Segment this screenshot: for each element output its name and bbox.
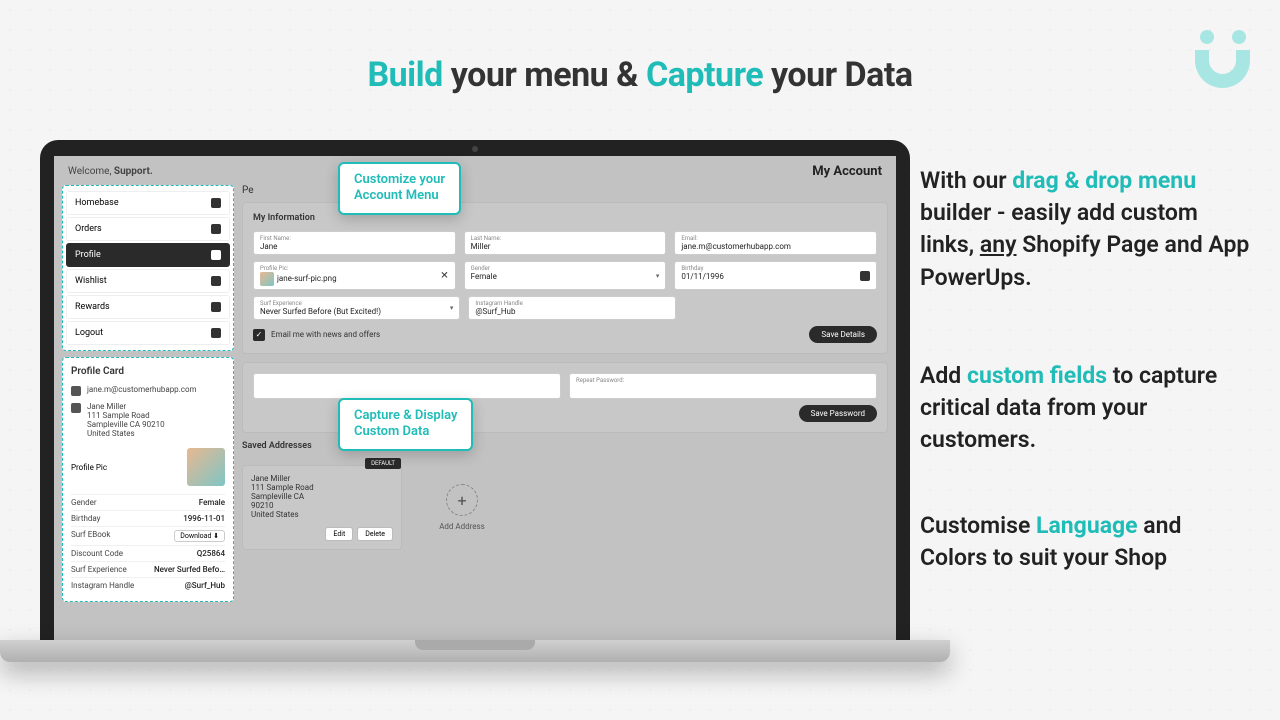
email-icon bbox=[71, 386, 81, 396]
calendar-icon bbox=[860, 271, 870, 281]
menu-label: Orders bbox=[75, 224, 102, 234]
section-title: My Information bbox=[253, 213, 877, 223]
hero-capture: Capture bbox=[646, 55, 763, 95]
profile-pic-label: Profile Pic bbox=[71, 463, 107, 472]
account-heading: My Account bbox=[812, 164, 882, 179]
user-icon bbox=[211, 198, 221, 208]
menu-logout[interactable]: Logout bbox=[66, 321, 230, 345]
chevron-down-icon: ▾ bbox=[656, 272, 660, 280]
save-password-button[interactable]: Save Password bbox=[799, 405, 877, 422]
hero-build: Build bbox=[367, 55, 442, 95]
profile-address: Jane Miller 111 Sample Road Sampleville … bbox=[87, 402, 165, 438]
save-details-button[interactable]: Save Details bbox=[809, 326, 877, 343]
callout-data: Capture & DisplayCustom Data bbox=[338, 398, 473, 451]
callout-menu: Customize yourAccount Menu bbox=[338, 162, 461, 215]
user-icon bbox=[211, 250, 221, 260]
bulb-icon bbox=[211, 302, 221, 312]
last-name-field[interactable]: Last Name:Miller bbox=[464, 231, 667, 255]
menu-label: Profile bbox=[75, 250, 101, 260]
surf-experience-field[interactable]: Surf ExperienceNever Surfed Before (But … bbox=[253, 296, 460, 320]
welcome-text: Welcome, Support. bbox=[68, 166, 153, 177]
menu-wishlist[interactable]: Wishlist bbox=[66, 269, 230, 293]
first-name-field[interactable]: First Name:Jane bbox=[253, 231, 456, 255]
menu-label: Logout bbox=[75, 328, 103, 338]
download-button[interactable]: Download ⬇ bbox=[174, 530, 225, 542]
clear-icon[interactable]: ✕ bbox=[440, 270, 448, 281]
plus-icon: + bbox=[446, 484, 478, 516]
profile-card: Profile Card jane.m@customerhubapp.com J… bbox=[62, 357, 234, 602]
address-card: DEFAULT Jane Miller 111 Sample Road Samp… bbox=[242, 465, 402, 550]
benefit-2: Add custom fields to capture critical da… bbox=[920, 360, 1250, 457]
page-title: Build your menu & Capture your Data bbox=[0, 55, 1280, 95]
password-field[interactable] bbox=[253, 373, 561, 399]
default-badge: DEFAULT bbox=[365, 458, 401, 469]
menu-label: Wishlist bbox=[75, 276, 107, 286]
email-optin-label: Email me with news and offers bbox=[271, 330, 380, 339]
chevron-down-icon: ▾ bbox=[450, 304, 454, 312]
gender-field[interactable]: GenderFemale▾ bbox=[464, 261, 667, 290]
brand-logo bbox=[1195, 30, 1250, 100]
instagram-field[interactable]: Instagram Handle@Surf_Hub bbox=[468, 296, 675, 320]
delete-address-button[interactable]: Delete bbox=[357, 527, 393, 541]
email-optin-checkbox[interactable]: ✓ bbox=[253, 329, 265, 341]
cart-icon bbox=[211, 224, 221, 234]
saved-addresses-section: Saved Addresses DEFAULT Jane Miller 111 … bbox=[242, 441, 888, 550]
add-address-label: Add Address bbox=[439, 522, 485, 531]
laptop-mockup: Welcome, Support. My Account Homebase Or… bbox=[40, 140, 910, 662]
my-information-section: My Information First Name:Jane Last Name… bbox=[242, 202, 888, 354]
account-menu: Homebase Orders Profile Wishlist Rewards… bbox=[62, 185, 234, 351]
profile-card-title: Profile Card bbox=[71, 366, 225, 377]
menu-label: Rewards bbox=[75, 302, 110, 312]
benefit-1: With our drag & drop menu builder - easi… bbox=[920, 165, 1250, 294]
logout-icon bbox=[211, 328, 221, 338]
avatar-thumb-icon bbox=[260, 272, 274, 286]
pin-icon bbox=[71, 403, 81, 413]
avatar bbox=[187, 448, 225, 486]
profile-email: jane.m@customerhubapp.com bbox=[87, 385, 197, 394]
menu-orders[interactable]: Orders bbox=[66, 217, 230, 241]
benefit-3: Customise Language and Colors to suit yo… bbox=[920, 510, 1250, 574]
menu-rewards[interactable]: Rewards bbox=[66, 295, 230, 319]
profile-pic-field[interactable]: Profile Pic:jane-surf-pic.png✕ bbox=[253, 261, 456, 290]
edit-address-button[interactable]: Edit bbox=[325, 527, 353, 541]
star-icon bbox=[211, 276, 221, 286]
email-field[interactable]: Email:jane.m@customerhubapp.com bbox=[674, 231, 877, 255]
menu-label: Homebase bbox=[75, 198, 119, 208]
add-address-button[interactable]: + Add Address bbox=[412, 465, 512, 550]
birthday-field[interactable]: Birthday01/11/1996 bbox=[674, 261, 877, 290]
menu-profile[interactable]: Profile bbox=[66, 243, 230, 267]
repeat-password-field[interactable]: Repeat Password: bbox=[569, 373, 877, 399]
menu-homebase[interactable]: Homebase bbox=[66, 191, 230, 215]
